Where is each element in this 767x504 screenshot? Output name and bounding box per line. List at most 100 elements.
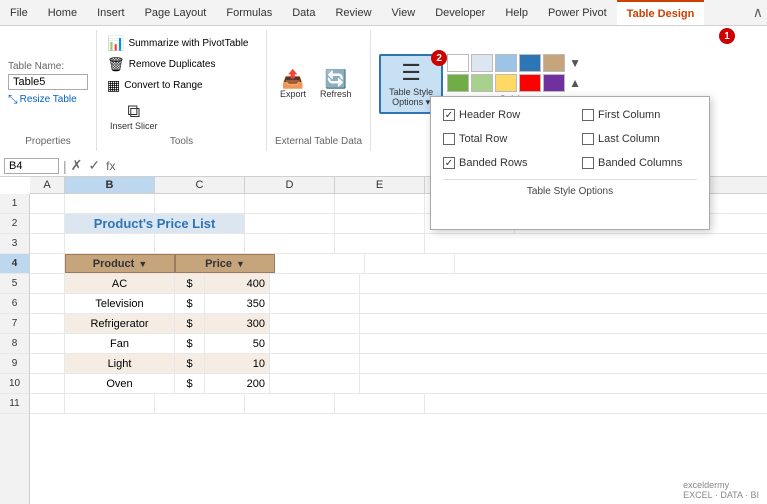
banded-columns-option[interactable]: Banded Columns (582, 157, 697, 169)
cell-d3[interactable] (245, 234, 335, 253)
banded-columns-checkbox[interactable] (582, 157, 594, 169)
cell-c2[interactable] (245, 214, 335, 233)
ribbon-collapse-icon[interactable]: ∧ (749, 0, 767, 25)
filter-arrow-product[interactable]: ▼ (138, 259, 147, 269)
col-hdr-d[interactable]: D (245, 177, 335, 193)
last-column-checkbox[interactable] (582, 133, 594, 145)
cell-d5[interactable]: 400 (205, 274, 270, 293)
cell-e5[interactable] (270, 274, 360, 293)
cell-a9[interactable] (30, 354, 65, 373)
cell-c1[interactable] (155, 194, 245, 213)
remove-duplicates-button[interactable]: 🗑 Remove Duplicates (105, 55, 258, 74)
filter-arrow-price[interactable]: ▼ (236, 259, 245, 269)
tab-data[interactable]: Data (282, 0, 325, 25)
resize-table-button[interactable]: ⤡ Resize Table (8, 92, 88, 107)
total-row-checkbox[interactable] (443, 133, 455, 145)
cell-d6[interactable]: 350 (205, 294, 270, 313)
col-hdr-e[interactable]: E (335, 177, 425, 193)
cell-e11[interactable] (335, 394, 425, 413)
cell-e1[interactable] (335, 194, 425, 213)
cell-b10[interactable]: Oven (65, 374, 175, 393)
styles-scroll-down[interactable]: ▼ (567, 56, 583, 70)
cell-b1[interactable] (65, 194, 155, 213)
tab-review[interactable]: Review (325, 0, 381, 25)
cell-d9[interactable]: 10 (205, 354, 270, 373)
row-hdr-4[interactable]: 4 (0, 254, 29, 274)
cell-d7[interactable]: 300 (205, 314, 270, 333)
cell-b6[interactable]: Television (65, 294, 175, 313)
cell-d11[interactable] (245, 394, 335, 413)
cell-a10[interactable] (30, 374, 65, 393)
cell-e10[interactable] (270, 374, 360, 393)
cell-b7[interactable]: Refrigerator (65, 314, 175, 333)
cell-a4[interactable] (30, 254, 65, 273)
cell-d8[interactable]: 50 (205, 334, 270, 353)
export-button[interactable]: 📤 Export (275, 67, 311, 102)
cell-c5-dollar[interactable]: $ (175, 274, 205, 293)
cell-e8[interactable] (270, 334, 360, 353)
cell-a11[interactable] (30, 394, 65, 413)
row-hdr-9[interactable]: 9 (0, 354, 29, 374)
tab-insert[interactable]: Insert (87, 0, 135, 25)
cell-c8-dollar[interactable]: $ (175, 334, 205, 353)
cell-c7-dollar[interactable]: $ (175, 314, 205, 333)
banded-rows-option[interactable]: ✓ Banded Rows (443, 157, 558, 169)
cancel-formula-icon[interactable]: ✗ (71, 157, 83, 174)
name-box[interactable] (4, 158, 59, 174)
cell-a3[interactable] (30, 234, 65, 253)
cell-a7[interactable] (30, 314, 65, 333)
row-hdr-2[interactable]: 2 (0, 214, 29, 234)
row-hdr-5[interactable]: 5 (0, 274, 29, 294)
table-name-input[interactable] (8, 74, 88, 90)
row-hdr-3[interactable]: 3 (0, 234, 29, 254)
tab-view[interactable]: View (382, 0, 426, 25)
cell-c4[interactable]: Price ▼ (175, 254, 275, 273)
tab-developer[interactable]: Developer (425, 0, 495, 25)
row-hdr-6[interactable]: 6 (0, 294, 29, 314)
row-hdr-10[interactable]: 10 (0, 374, 29, 394)
row-hdr-11[interactable]: 11 (0, 394, 29, 414)
tab-home[interactable]: Home (38, 0, 87, 25)
total-row-option[interactable]: Total Row (443, 133, 558, 145)
tab-power-pivot[interactable]: Power Pivot (538, 0, 617, 25)
cell-d4[interactable] (275, 254, 365, 273)
first-column-option[interactable]: First Column (582, 109, 697, 121)
cell-e7[interactable] (270, 314, 360, 333)
cell-e3[interactable] (335, 234, 425, 253)
cell-e9[interactable] (270, 354, 360, 373)
cell-d2[interactable] (335, 214, 425, 233)
cell-a8[interactable] (30, 334, 65, 353)
col-hdr-c[interactable]: C (155, 177, 245, 193)
header-row-checkbox[interactable]: ✓ (443, 109, 455, 121)
cell-b9[interactable]: Light (65, 354, 175, 373)
cell-a2[interactable] (30, 214, 65, 233)
cell-c11[interactable] (155, 394, 245, 413)
cell-a5[interactable] (30, 274, 65, 293)
cell-b8[interactable]: Fan (65, 334, 175, 353)
cell-a6[interactable] (30, 294, 65, 313)
cell-b2[interactable]: Product's Price List (65, 214, 245, 233)
tab-table-design[interactable]: Table Design (617, 0, 705, 25)
cell-c3[interactable] (155, 234, 245, 253)
row-hdr-1[interactable]: 1 (0, 194, 29, 214)
last-column-option[interactable]: Last Column (582, 133, 697, 145)
header-row-option[interactable]: ✓ Header Row (443, 109, 558, 121)
tab-file[interactable]: File (0, 0, 38, 25)
cell-b11[interactable] (65, 394, 155, 413)
cell-e6[interactable] (270, 294, 360, 313)
summarize-pivottable-button[interactable]: 📊 Summarize with PivotTable (105, 34, 258, 53)
convert-to-range-button[interactable]: ▦ Convert to Range (105, 76, 258, 95)
tab-page-layout[interactable]: Page Layout (135, 0, 217, 25)
tab-help[interactable]: Help (495, 0, 538, 25)
col-hdr-b[interactable]: B (65, 177, 155, 193)
cell-b4[interactable]: Product ▼ (65, 254, 175, 273)
cell-a1[interactable] (30, 194, 65, 213)
cell-c10-dollar[interactable]: $ (175, 374, 205, 393)
cell-c6-dollar[interactable]: $ (175, 294, 205, 313)
tab-formulas[interactable]: Formulas (216, 0, 282, 25)
cell-e4[interactable] (365, 254, 455, 273)
refresh-button[interactable]: 🔄 Refresh (315, 67, 357, 102)
cell-b3[interactable] (65, 234, 155, 253)
cell-b5[interactable]: AC (65, 274, 175, 293)
cell-c9-dollar[interactable]: $ (175, 354, 205, 373)
